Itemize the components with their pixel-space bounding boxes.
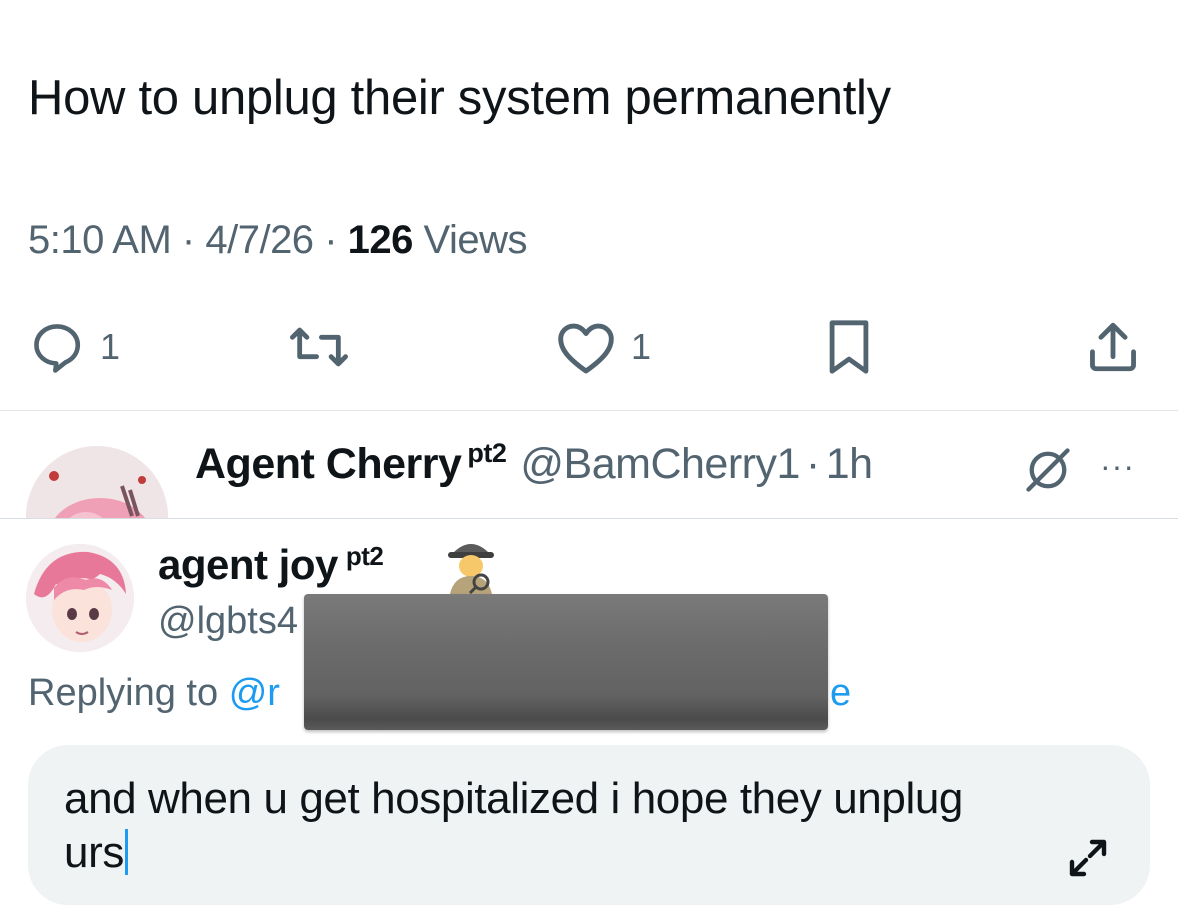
avatar[interactable]	[26, 544, 134, 652]
meta-separator: ·	[324, 218, 338, 262]
reply-input-value: and when u get hospitalized i hope they …	[64, 774, 963, 877]
reply-button[interactable]: 1	[28, 318, 120, 376]
retweet-icon	[284, 318, 354, 376]
tweet-date: 4/7/26	[205, 218, 314, 262]
name-badge: pt2	[467, 438, 507, 468]
divider	[0, 410, 1178, 411]
like-icon	[555, 318, 617, 376]
user-handle: @BamCherry1	[520, 440, 800, 488]
retweet-button[interactable]	[284, 318, 354, 376]
views-label: Views	[423, 218, 528, 262]
replying-handle-tail[interactable]: e	[830, 672, 851, 715]
meta-separator: ·	[805, 440, 820, 488]
detective-emoji-icon	[444, 532, 498, 599]
text-caret	[124, 829, 128, 875]
share-button[interactable]	[1084, 318, 1142, 376]
reply-input-text[interactable]: and when u get hospitalized i hope they …	[64, 772, 964, 880]
views-count: 126	[347, 218, 414, 262]
like-button[interactable]: 1	[555, 318, 651, 376]
tweet-meta: 5:10 AM · 4/7/26 · 126 Views	[28, 218, 528, 263]
display-name[interactable]: Agent Cherry	[195, 440, 462, 489]
display-name: agent joy	[158, 541, 338, 588]
reply-count: 1	[100, 326, 121, 367]
replying-label: Replying to	[28, 672, 219, 714]
bookmark-button[interactable]	[822, 318, 876, 376]
expand-icon[interactable]	[1064, 834, 1112, 887]
bookmark-icon	[822, 318, 876, 376]
redaction-block	[304, 594, 828, 730]
replying-to: Replying to @r	[28, 672, 280, 715]
like-count: 1	[631, 326, 652, 367]
reply-header: Agent Cherry pt2 @BamCherry1 · 1h	[195, 438, 873, 489]
composer-handle: @lgbts4	[158, 600, 298, 642]
tweet-text: How to unplug their system permanently	[28, 71, 891, 125]
tweet-time: 5:10 AM	[28, 218, 172, 262]
grok-icon[interactable]	[1022, 444, 1074, 501]
meta-separator: ·	[181, 218, 195, 262]
replying-handle-link[interactable]: @r	[229, 672, 280, 714]
composer-display-name: agent joy pt2	[158, 541, 384, 589]
more-icon[interactable]: ···	[1100, 448, 1135, 485]
reply-icon	[28, 318, 86, 376]
time-ago: 1h	[825, 440, 873, 488]
name-badge: pt2	[345, 541, 384, 571]
share-icon	[1084, 318, 1142, 376]
